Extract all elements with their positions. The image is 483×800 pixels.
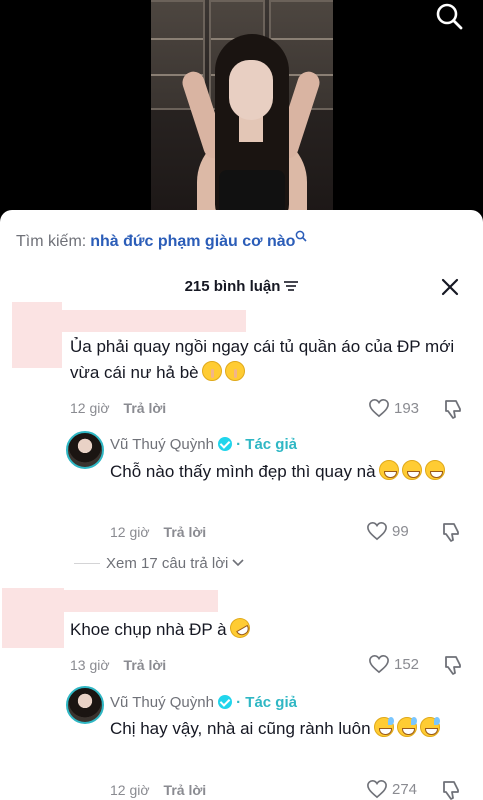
verified-badge-icon bbox=[217, 437, 232, 451]
verified-badge-icon bbox=[217, 695, 232, 709]
grinning-sweat-face-icon bbox=[396, 717, 417, 737]
like-count: 99 bbox=[392, 523, 409, 540]
grinning-face-icon bbox=[401, 460, 422, 480]
comment-count: 215 bình luận bbox=[184, 278, 281, 295]
like-button[interactable]: 152 bbox=[368, 654, 419, 674]
shushing-face-icon bbox=[224, 361, 245, 381]
search-icon bbox=[296, 230, 308, 242]
like-count: 193 bbox=[394, 400, 420, 417]
video-player[interactable] bbox=[0, 0, 483, 230]
like-button[interactable]: 193 bbox=[368, 398, 419, 418]
reply-text: Chỗ nào thấy mình đẹp thì quay nà bbox=[110, 459, 472, 485]
sort-icon[interactable] bbox=[284, 280, 299, 292]
dislike-icon[interactable] bbox=[440, 521, 462, 543]
avatar[interactable] bbox=[66, 431, 104, 469]
search-label: Tìm kiếm: bbox=[16, 233, 87, 250]
grinning-face-icon bbox=[424, 460, 445, 480]
grinning-sweat-face-icon bbox=[373, 717, 394, 737]
comment-meta: 13 giờ Trả lời bbox=[70, 657, 166, 673]
reply-button[interactable]: Trả lời bbox=[164, 524, 207, 540]
heart-icon bbox=[367, 521, 387, 541]
reply-meta: 12 giờ Trả lời bbox=[110, 782, 206, 798]
chevron-down-icon bbox=[232, 559, 244, 567]
like-button[interactable]: 99 bbox=[366, 521, 409, 541]
search-suggestion[interactable]: Tìm kiếm: nhà đức phạm giàu cơ nào bbox=[16, 230, 308, 251]
close-icon[interactable] bbox=[439, 276, 461, 298]
reply-author[interactable]: Vũ Thuý Quỳnh · Tác giả bbox=[110, 694, 297, 711]
reply-text: Chị hay vậy, nhà ai cũng rành luôn bbox=[110, 716, 472, 742]
grinning-sweat-face-icon bbox=[419, 717, 440, 737]
dislike-icon[interactable] bbox=[442, 398, 464, 420]
commenter-name[interactable] bbox=[64, 590, 218, 612]
reply-time: 12 giờ bbox=[110, 524, 150, 540]
avatar[interactable] bbox=[66, 686, 104, 724]
comment-text: Ủa phải quay ngồi ngay cái tủ quần áo củ… bbox=[70, 337, 455, 382]
heart-icon bbox=[369, 654, 389, 674]
video-thumbnail bbox=[151, 0, 333, 212]
comment-meta: 12 giờ Trả lời bbox=[70, 400, 166, 416]
reply-meta: 12 giờ Trả lời bbox=[110, 524, 206, 540]
view-more-replies[interactable]: Xem 17 câu trả lời bbox=[74, 555, 244, 572]
author-tag: · Tác giả bbox=[236, 436, 297, 453]
reply-author[interactable]: Vũ Thuý Quỳnh · Tác giả bbox=[110, 436, 297, 453]
author-tag: · Tác giả bbox=[236, 694, 297, 711]
reply-time: 12 giờ bbox=[110, 782, 150, 798]
like-count: 274 bbox=[392, 781, 418, 798]
reply-button[interactable]: Trả lời bbox=[124, 400, 167, 416]
comment-time: 12 giờ bbox=[70, 400, 110, 416]
avatar[interactable] bbox=[2, 588, 64, 648]
reply-button[interactable]: Trả lời bbox=[124, 657, 167, 673]
reply-button[interactable]: Trả lời bbox=[164, 782, 207, 798]
dislike-icon[interactable] bbox=[440, 779, 462, 800]
shushing-face-icon bbox=[201, 361, 222, 381]
like-button[interactable]: 274 bbox=[366, 779, 417, 799]
comments-sheet: Tìm kiếm: nhà đức phạm giàu cơ nào 215 bì… bbox=[0, 210, 483, 800]
like-count: 152 bbox=[394, 656, 420, 673]
heart-icon bbox=[367, 779, 387, 799]
comments-header: 215 bình luận bbox=[0, 278, 483, 300]
comment-text: Khoe chụp nhà ĐP à bbox=[70, 614, 470, 643]
rolling-laughing-face-icon bbox=[225, 614, 254, 642]
comment-time: 13 giờ bbox=[70, 657, 110, 673]
heart-icon bbox=[369, 398, 389, 418]
search-icon[interactable] bbox=[435, 2, 463, 30]
commenter-name[interactable] bbox=[62, 310, 246, 332]
avatar[interactable] bbox=[12, 302, 62, 368]
search-query[interactable]: nhà đức phạm giàu cơ nào bbox=[90, 233, 295, 250]
dislike-icon[interactable] bbox=[442, 654, 464, 676]
grinning-face-icon bbox=[378, 460, 399, 480]
